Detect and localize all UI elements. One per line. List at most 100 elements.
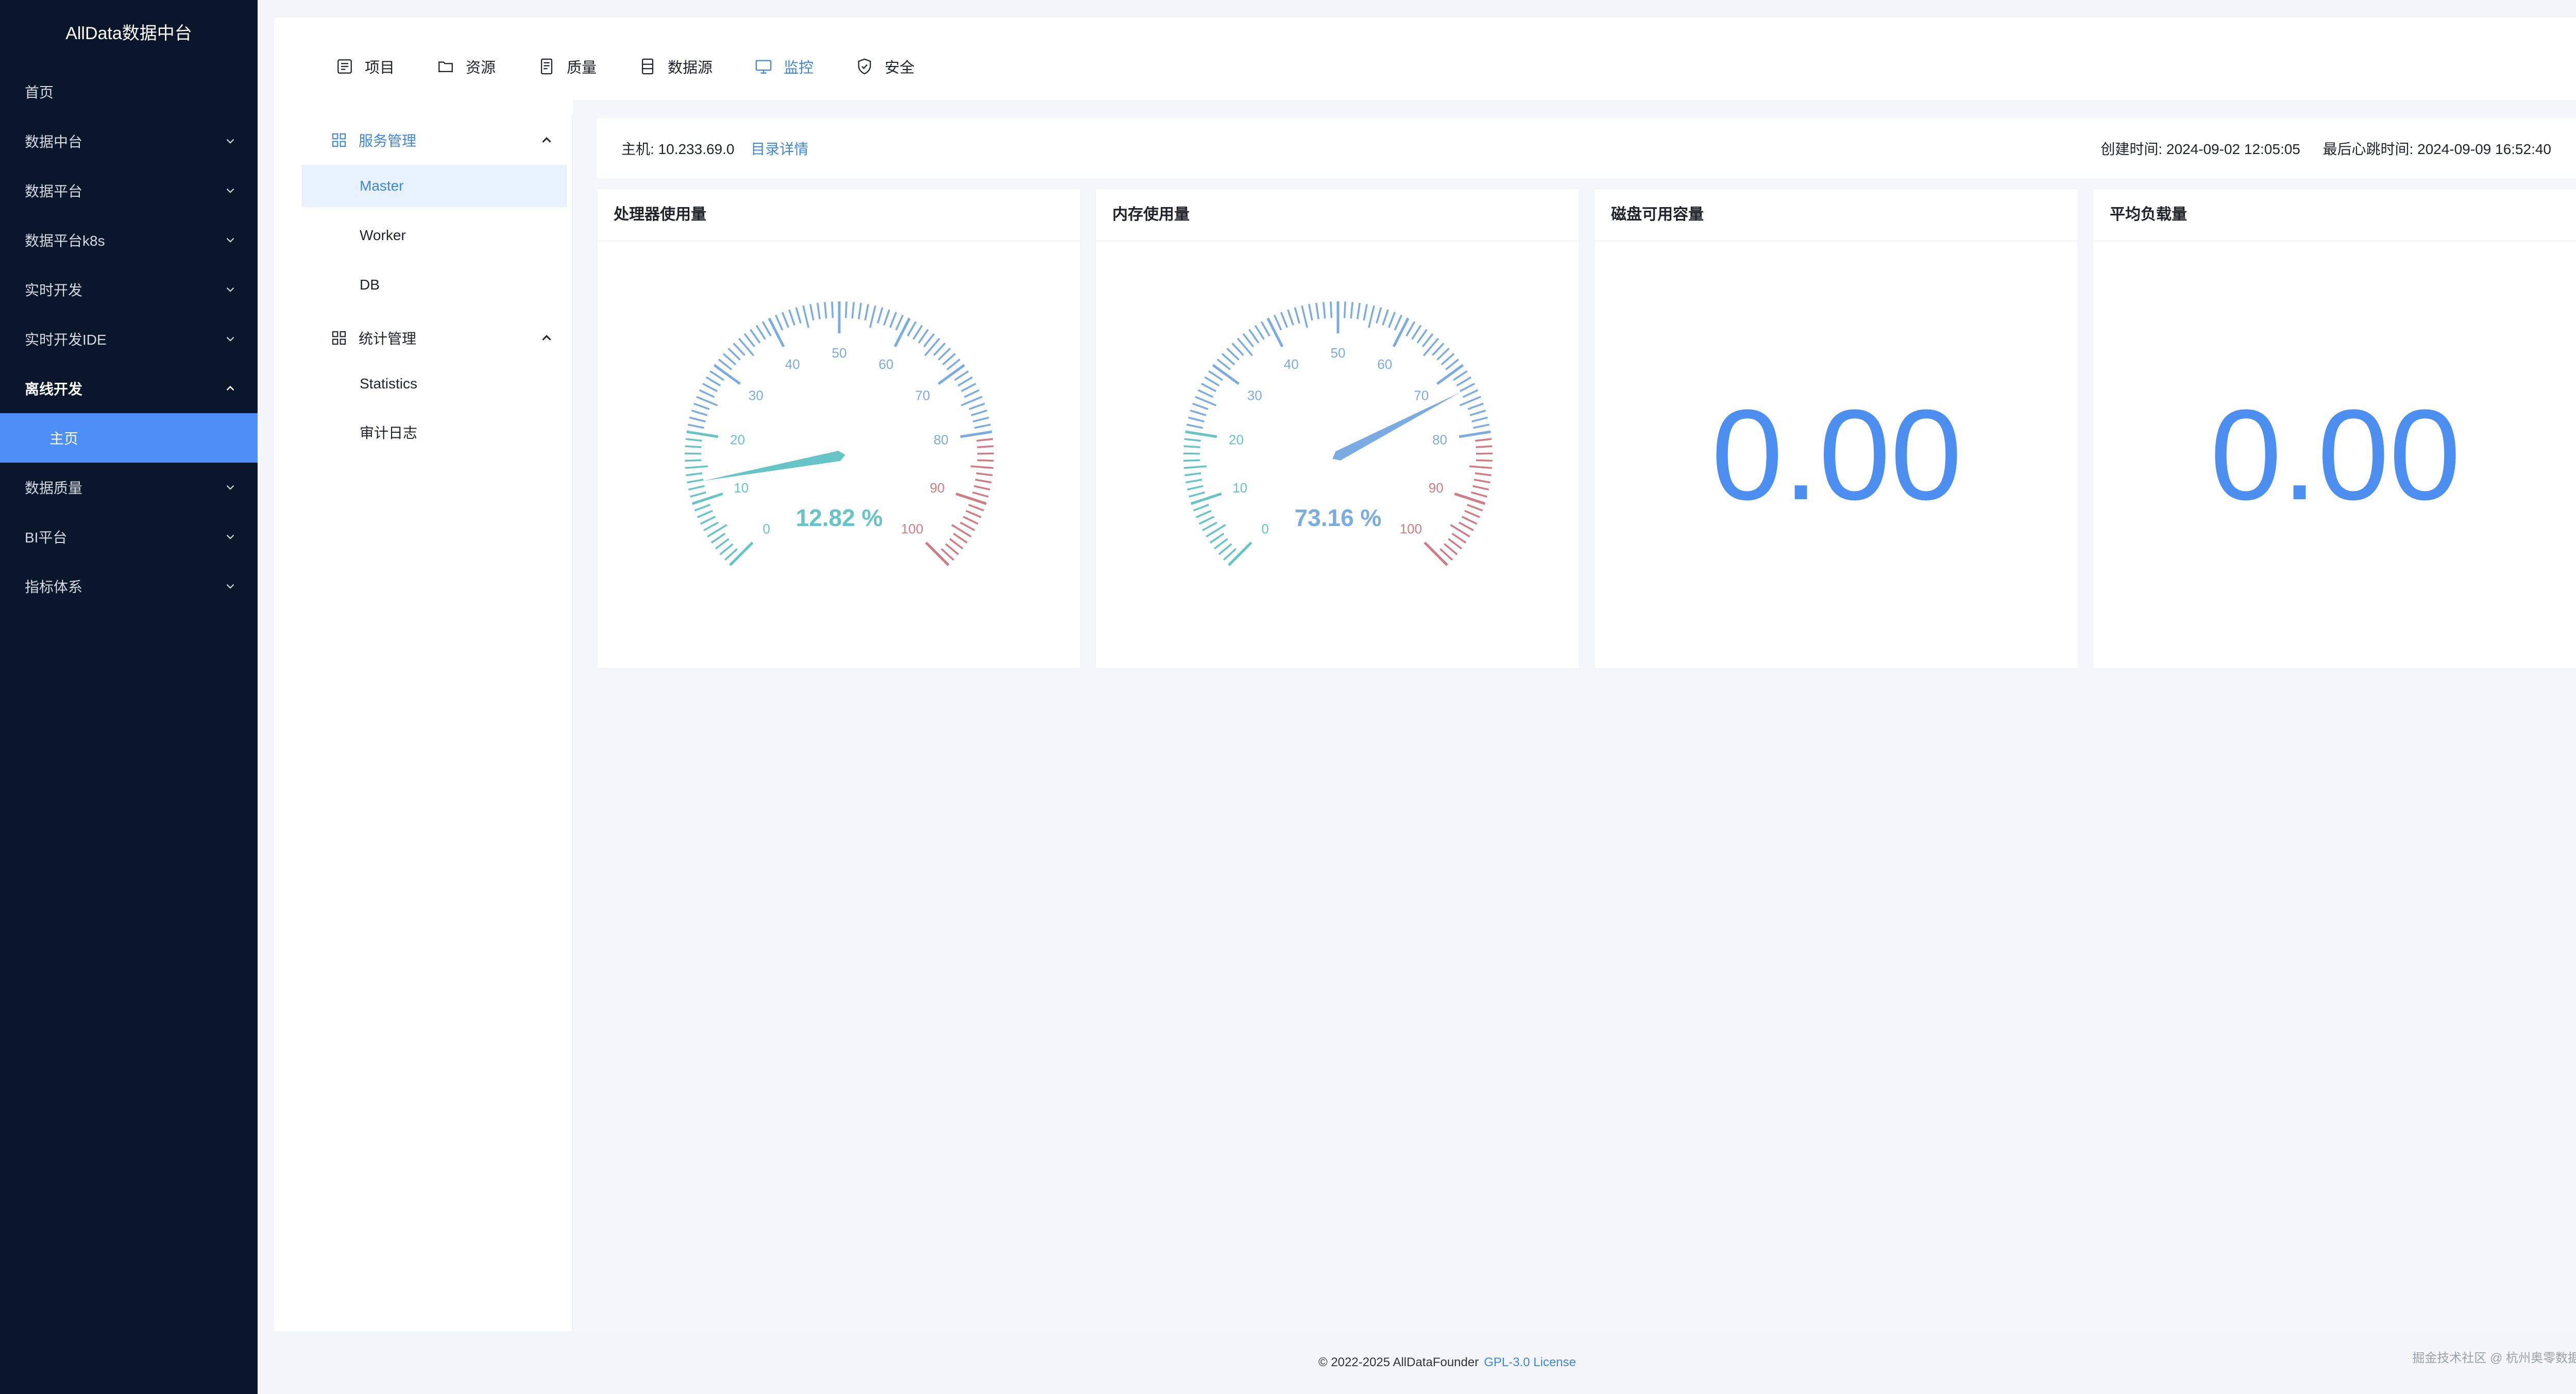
sidebar-item[interactable]: 数据平台k8s <box>0 215 258 265</box>
sidebar-item-label: 主页 <box>49 431 79 447</box>
sidebar-item[interactable]: 数据质量 <box>0 463 258 512</box>
gauge-tick-label: 10 <box>734 480 749 496</box>
gauge-tick <box>1460 383 1475 393</box>
menu-item[interactable]: Master <box>302 165 567 207</box>
gauge-tick <box>1456 376 1472 387</box>
gauge-tick <box>1475 472 1492 477</box>
gauge-tick <box>907 321 917 337</box>
gauge-tick <box>1209 533 1225 544</box>
gauge-tick <box>1197 389 1214 398</box>
gauge-tick <box>1201 383 1216 393</box>
gauge-tick <box>977 452 994 455</box>
gauge-tick <box>858 302 862 319</box>
gauge-value: 12.82 % <box>796 504 883 531</box>
gauge-tick <box>1294 307 1300 324</box>
sidebar-item[interactable]: 数据中台 <box>0 116 258 166</box>
gauge-tick-label: 30 <box>1247 387 1262 403</box>
sidebar-item[interactable]: 离线开发 <box>0 364 258 413</box>
gauge-tick <box>912 325 923 340</box>
gauge-tick <box>1459 396 1481 406</box>
gauge-tick <box>719 543 734 555</box>
gauge-tick <box>1388 312 1396 328</box>
chevron-down-icon <box>223 579 238 594</box>
gauge-tick <box>1183 445 1200 448</box>
gauge-tick <box>1186 423 1203 429</box>
gauge-tick <box>1444 543 1458 555</box>
footer-license-link[interactable]: GPL-3.0 License <box>1484 1355 1576 1370</box>
chevron-down-icon <box>223 480 238 495</box>
tab-label: 资源 <box>466 60 496 76</box>
memory-panel-title: 内存使用量 <box>1096 189 1579 241</box>
tab-label: 数据源 <box>668 60 713 76</box>
gauge-tick <box>1469 465 1493 469</box>
menu-item[interactable]: Statistics <box>302 363 567 405</box>
gauge-tick <box>685 438 702 442</box>
chevron-down-icon <box>223 133 238 149</box>
gauge-tick <box>1459 521 1474 532</box>
gauge-tick <box>1451 533 1467 544</box>
tab-label: 质量 <box>567 60 597 76</box>
tab-item[interactable]: 项目 <box>336 56 395 77</box>
gauge-tick <box>1476 459 1493 462</box>
menu-item[interactable]: Worker <box>302 214 567 257</box>
gauge-tick <box>1308 303 1313 321</box>
main-card: 项目 资源 质量 数据源 监控 安全 服务管理 Master Worker DB 统计管理 Stat… <box>274 18 2576 1331</box>
gauge-tick <box>976 438 993 442</box>
gauge-tick <box>946 359 961 370</box>
gauge-tick <box>702 383 718 393</box>
gauge-tick-label: 10 <box>1232 480 1247 496</box>
gauge-tick <box>1445 359 1460 370</box>
sidebar-item[interactable]: 数据平台 <box>0 166 258 215</box>
gauge-tick <box>1440 353 1455 366</box>
gauge-tick <box>1436 347 1450 361</box>
sidebar-item[interactable]: 主页 <box>0 413 258 463</box>
menu-group-header[interactable]: 服务管理 <box>302 115 567 165</box>
gauge-tick <box>685 459 702 462</box>
gauge-tick <box>824 302 827 319</box>
chevron-down-icon <box>223 232 238 248</box>
tab-item[interactable]: 质量 <box>538 56 597 77</box>
gauge-tick <box>816 302 821 319</box>
gauge-tick <box>1183 465 1207 469</box>
gauge-tick <box>1476 452 1493 455</box>
gauge-tick <box>709 370 724 381</box>
gauge-tick <box>949 538 963 550</box>
menu-item[interactable]: DB <box>302 264 567 306</box>
gauge-tick <box>831 301 834 318</box>
sidebar-item[interactable]: 首页 <box>0 67 258 116</box>
sidebar-item[interactable]: 实时开发 <box>0 265 258 314</box>
detail-link[interactable]: 目录详情 <box>751 141 808 157</box>
gauge-tick <box>1287 309 1294 326</box>
gauge-tick <box>715 538 730 550</box>
tab-item[interactable]: 安全 <box>856 56 914 77</box>
gauge-tick <box>1208 370 1223 381</box>
gauge-tick <box>1357 302 1361 319</box>
gauge-tick <box>925 541 950 566</box>
gauge-tick <box>722 353 737 366</box>
tab-item[interactable]: 数据源 <box>639 56 713 77</box>
menu-group-header[interactable]: 统计管理 <box>302 313 567 363</box>
gauge-tick <box>1189 491 1205 498</box>
tab-item[interactable]: 监控 <box>755 56 814 77</box>
gauge-tick <box>977 445 994 448</box>
gauge-tick <box>1226 347 1240 361</box>
gauge-tick <box>1195 396 1217 406</box>
gauge-tick <box>844 301 848 318</box>
load-panel: 平均负载量 0.00 <box>2093 189 2576 669</box>
sidebar-item[interactable]: BI平台 <box>0 512 258 562</box>
sidebar-item[interactable]: 实时开发IDE <box>0 314 258 364</box>
menu-item[interactable]: 审计日志 <box>302 412 567 454</box>
gauge-tick <box>971 410 988 416</box>
gauge-tick <box>710 533 726 544</box>
tab-item[interactable]: 资源 <box>437 56 496 77</box>
gauge-tick <box>1472 485 1489 491</box>
sidebar-item[interactable]: 指标体系 <box>0 562 258 611</box>
gauge-tick <box>718 359 732 370</box>
gauge-tick <box>687 479 704 484</box>
gauge-tick <box>957 376 973 387</box>
gauge-tick <box>924 337 941 356</box>
disk-panel: 磁盘可用容量 0.00 <box>1594 189 2078 669</box>
gauge-tick <box>969 402 985 410</box>
gauge-tick-label: 80 <box>1432 432 1447 448</box>
gauge-pointer <box>1332 392 1461 461</box>
